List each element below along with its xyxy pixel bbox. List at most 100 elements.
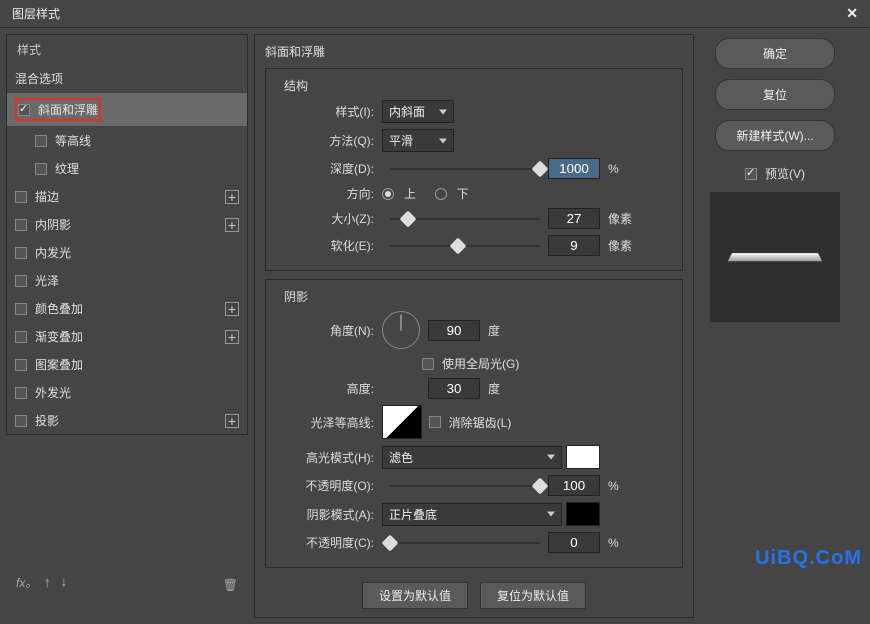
reset-default-button[interactable]: 复位为默认值 <box>480 582 586 609</box>
plus-icon[interactable]: + <box>225 190 239 204</box>
direction-up-radio[interactable] <box>382 188 394 200</box>
size-label: 大小(Z): <box>274 210 374 227</box>
soften-slider[interactable] <box>390 245 540 247</box>
sidebar-item-label: 光泽 <box>35 272 59 289</box>
shadow-mode-select[interactable]: 正片叠底 <box>382 503 562 526</box>
style-checkbox[interactable] <box>15 331 27 343</box>
antialias-label: 消除锯齿(L) <box>449 414 512 431</box>
depth-slider[interactable] <box>390 168 540 170</box>
style-checkbox[interactable] <box>18 104 30 116</box>
reset-button[interactable]: 复位 <box>715 79 835 110</box>
close-icon[interactable]: ✕ <box>846 5 858 22</box>
sidebar-item-0[interactable]: 斜面和浮雕 <box>7 92 247 126</box>
sidebar-item-4[interactable]: 内阴影+ <box>7 210 247 238</box>
trash-icon[interactable]: 🗑 <box>223 578 238 592</box>
styles-sidebar: 样式 混合选项 斜面和浮雕等高线纹理描边+内阴影+内发光光泽颜色叠加+渐变叠加+… <box>6 34 248 618</box>
direction-down-radio[interactable] <box>435 188 447 200</box>
preview-shape <box>728 253 823 261</box>
titlebar: 图层样式 ✕ <box>0 0 870 28</box>
style-checkbox[interactable] <box>15 359 27 371</box>
altitude-input[interactable] <box>428 378 480 399</box>
sidebar-item-label: 纹理 <box>55 160 79 177</box>
global-light-label: 使用全局光(G) <box>442 355 519 372</box>
style-checkbox[interactable] <box>35 163 47 175</box>
plus-icon[interactable]: + <box>225 218 239 232</box>
style-checkbox[interactable] <box>15 415 27 427</box>
sidebar-item-label: 图案叠加 <box>35 356 83 373</box>
angle-wheel[interactable] <box>382 311 420 349</box>
sidebar-item-label: 描边 <box>35 188 59 205</box>
gloss-contour-label: 光泽等高线: <box>274 414 374 431</box>
sidebar-item-5[interactable]: 内发光 <box>7 238 247 266</box>
highlight-opacity-label: 不透明度(O): <box>274 477 374 494</box>
sidebar-item-8[interactable]: 渐变叠加 + <box>7 322 247 350</box>
window-title: 图层样式 <box>12 5 60 22</box>
sidebar-item-label: 等高线 <box>55 132 91 149</box>
watermark: UiBQ.CoM <box>755 547 862 570</box>
altitude-label: 高度: <box>274 380 374 397</box>
global-light-checkbox[interactable] <box>422 358 434 370</box>
sidebar-item-label: 外发光 <box>35 384 71 401</box>
right-panel: 确定 复位 新建样式(W)... 预览(V) <box>700 34 850 618</box>
styles-header: 样式 <box>7 35 247 64</box>
technique-label: 方法(Q): <box>274 132 374 149</box>
shadow-opacity-slider[interactable] <box>390 542 540 544</box>
highlight-mode-select[interactable]: 滤色 <box>382 446 562 469</box>
options-panel: 斜面和浮雕 结构 样式(I): 内斜面 方法(Q): 平滑 深度(D): % 方… <box>254 34 694 618</box>
plus-icon[interactable]: + <box>225 414 239 428</box>
sidebar-item-3[interactable]: 描边 + <box>7 182 247 210</box>
direction-label: 方向: <box>274 185 374 202</box>
style-checkbox[interactable] <box>15 247 27 259</box>
style-checkbox[interactable] <box>15 191 27 203</box>
sidebar-item-9[interactable]: 图案叠加 <box>7 350 247 378</box>
style-checkbox[interactable] <box>15 219 27 231</box>
depth-label: 深度(D): <box>274 160 374 177</box>
set-default-button[interactable]: 设置为默认值 <box>362 582 468 609</box>
highlight-opacity-slider[interactable] <box>390 485 540 487</box>
style-checkbox[interactable] <box>15 275 27 287</box>
blend-options-item[interactable]: 混合选项 <box>7 64 247 92</box>
antialias-checkbox[interactable] <box>429 416 441 428</box>
sidebar-item-7[interactable]: 颜色叠加 + <box>7 294 247 322</box>
structure-title: 结构 <box>284 77 674 94</box>
size-slider[interactable] <box>390 218 540 220</box>
preview-box <box>710 192 840 322</box>
plus-icon[interactable]: + <box>225 302 239 316</box>
angle-input[interactable] <box>428 320 480 341</box>
highlight-opacity-input[interactable] <box>548 475 600 496</box>
depth-input[interactable] <box>548 158 600 179</box>
fx-icon[interactable]: fx。 <box>16 576 37 590</box>
technique-select[interactable]: 平滑 <box>382 129 454 152</box>
percent-unit: % <box>608 162 619 176</box>
style-checkbox[interactable] <box>15 303 27 315</box>
shadow-opacity-input[interactable] <box>548 532 600 553</box>
sidebar-item-6[interactable]: 光泽 <box>7 266 247 294</box>
bevel-section-title: 斜面和浮雕 <box>265 43 683 60</box>
sidebar-item-11[interactable]: 投影 + <box>7 406 247 434</box>
sidebar-item-label: 渐变叠加 <box>35 328 83 345</box>
sidebar-item-label: 投影 <box>35 412 59 429</box>
sidebar-item-label: 颜色叠加 <box>35 300 83 317</box>
new-style-button[interactable]: 新建样式(W)... <box>715 120 835 151</box>
highlight-color-swatch[interactable] <box>566 445 600 469</box>
style-select[interactable]: 内斜面 <box>382 100 454 123</box>
angle-label: 角度(N): <box>274 322 374 339</box>
plus-icon[interactable]: + <box>225 330 239 344</box>
style-checkbox[interactable] <box>35 135 47 147</box>
size-input[interactable] <box>548 208 600 229</box>
arrow-down-icon[interactable]: 🠗 <box>61 576 66 590</box>
style-checkbox[interactable] <box>15 387 27 399</box>
arrow-up-icon[interactable]: 🠕 <box>45 576 50 590</box>
soften-input[interactable] <box>548 235 600 256</box>
preview-checkbox[interactable] <box>745 168 757 180</box>
sidebar-item-10[interactable]: 外发光 <box>7 378 247 406</box>
sidebar-item-2[interactable]: 纹理 <box>7 154 247 182</box>
sidebar-item-label: 内发光 <box>35 244 71 261</box>
sidebar-item-1[interactable]: 等高线 <box>7 126 247 154</box>
shadow-color-swatch[interactable] <box>566 502 600 526</box>
preview-label: 预览(V) <box>765 165 805 182</box>
sidebar-footer: fx。 🠕 🠗 🗑 <box>6 565 248 603</box>
soften-label: 软化(E): <box>274 237 374 254</box>
gloss-contour-swatch[interactable] <box>382 405 422 439</box>
ok-button[interactable]: 确定 <box>715 38 835 69</box>
